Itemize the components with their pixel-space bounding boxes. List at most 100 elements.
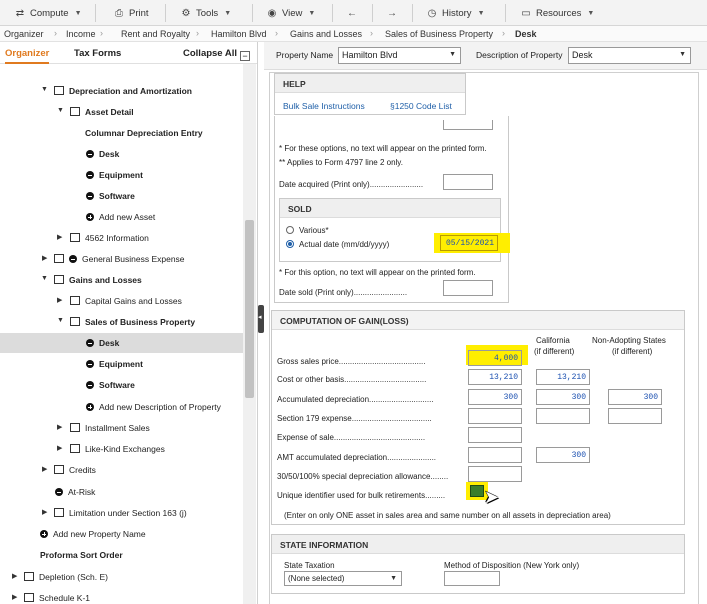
state-taxation-select[interactable]: (None selected) ▼ [284, 571, 402, 586]
tree-item-software-2[interactable]: Software [0, 375, 243, 395]
view-menu[interactable]: ◉ View ▼ [266, 6, 316, 20]
cost-basis-california[interactable]: 13,210 [536, 369, 590, 385]
description-select[interactable]: Desk ▼ [568, 47, 691, 64]
breadcrumb-item[interactable]: Organizer [4, 29, 44, 39]
expense-of-sale-federal[interactable] [468, 427, 522, 443]
tree-item-add-property[interactable]: Add new Property Name [0, 524, 243, 544]
section-179-label: Section 179 expense.....................… [277, 414, 432, 423]
breadcrumb-item[interactable]: Income [66, 29, 96, 39]
chevron-right-icon: › [502, 28, 505, 38]
sold-section: SOLD Various* Actual date (mm/dd/yyyy) 0… [279, 198, 510, 262]
property-name-select[interactable]: Hamilton Blvd ▼ [338, 47, 461, 64]
compute-menu[interactable]: ⇄ Compute ▼ [14, 6, 82, 20]
date-acquired-input[interactable] [443, 174, 493, 190]
method-disposition-input[interactable] [444, 571, 500, 586]
tools-label: Tools [196, 7, 219, 19]
tree-item-credits[interactable]: ▶ Credits [0, 460, 243, 480]
code-list-link[interactable]: §1250 Code List [390, 101, 452, 111]
tree-item-gains-losses[interactable]: ▼ Gains and Losses [0, 270, 243, 290]
unique-identifier-field[interactable] [470, 485, 484, 497]
amt-depreciation-federal[interactable] [468, 447, 522, 463]
folder-icon [54, 254, 64, 263]
resources-menu[interactable]: ▭ Resources ▼ [520, 6, 594, 20]
date-sold-input[interactable]: 05/15/2021 [440, 235, 498, 251]
cost-basis-federal[interactable]: 13,210 [468, 369, 522, 385]
sold-title: SOLD [280, 199, 500, 218]
mouse-cursor-icon: ➤ [484, 487, 500, 507]
property-bar: Property Name Hamilton Blvd ▼ Descriptio… [264, 42, 707, 70]
tree-item-depreciation[interactable]: ▼ Depreciation and Amortization [0, 81, 243, 101]
tools-menu[interactable]: ⚙ Tools ▼ [180, 6, 232, 20]
print-button[interactable]: ⎙ Print [113, 6, 149, 20]
chevron-right-icon: › [100, 28, 103, 38]
tree-item-4562[interactable]: ▶ 4562 Information [0, 228, 243, 248]
chevron-down-icon: ▼ [587, 9, 595, 17]
acquired-option-field[interactable] [443, 120, 493, 130]
date-sold-print-input[interactable] [443, 280, 493, 296]
chevron-right-icon: › [370, 28, 373, 38]
chevron-right-icon: ▶ [57, 297, 63, 304]
history-menu[interactable]: ◷ History ▼ [426, 6, 485, 20]
various-label: Various* [299, 226, 329, 235]
collapse-icon[interactable]: − [240, 51, 250, 61]
collapse-all-button[interactable]: Collapse All [183, 48, 237, 59]
various-radio[interactable] [286, 226, 294, 234]
tree-item-software[interactable]: Software [0, 186, 243, 206]
tree-item-like-kind[interactable]: ▶ Like-Kind Exchanges [0, 439, 243, 459]
tree-item-limitation[interactable]: ▶ Limitation under Section 163 (j) [0, 503, 243, 523]
expense-of-sale-label: Expense of sale.........................… [277, 433, 426, 442]
breadcrumb-item[interactable]: Gains and Losses [290, 29, 362, 39]
folder-icon [54, 86, 64, 95]
tree-item-add-description[interactable]: Add new Description of Property [0, 397, 243, 417]
unique-identifier-label: Unique identifier used for bulk retireme… [277, 491, 446, 500]
folder-icon [70, 444, 80, 453]
tree-item-add-asset[interactable]: Add new Asset [0, 207, 243, 227]
description-label: Description of Property [476, 50, 563, 60]
actual-date-label: Actual date (mm/dd/yyyy) [299, 240, 390, 249]
tree-item-equipment-2[interactable]: Equipment [0, 354, 243, 374]
breadcrumb-item[interactable]: Sales of Business Property [385, 29, 493, 39]
amt-depreciation-california[interactable]: 300 [536, 447, 590, 463]
view-label: View [282, 7, 303, 19]
tree-item-general-business[interactable]: ▶ General Business Expense [0, 249, 243, 269]
folder-icon [54, 465, 64, 474]
breadcrumb-item[interactable]: Hamilton Blvd [211, 29, 267, 39]
tree-item-capital-gains[interactable]: ▶ Capital Gains and Losses [0, 291, 243, 311]
actual-date-radio[interactable] [286, 240, 294, 248]
tree-item-installment[interactable]: ▶ Installment Sales [0, 418, 243, 438]
tree-item-depletion[interactable]: ▶ Depletion (Sch. E) [0, 567, 243, 587]
california-column-header: California [536, 336, 570, 345]
section-179-non-adopting[interactable] [608, 408, 662, 424]
tree-item-equipment[interactable]: Equipment [0, 165, 243, 185]
tab-organizer[interactable]: Organizer [5, 48, 50, 64]
chevron-right-icon: ▶ [57, 445, 63, 452]
tree-item-asset-detail[interactable]: ▼ Asset Detail [0, 102, 243, 122]
organizer-panel: Organizer Tax Forms Collapse All − ▼ Dep… [0, 42, 258, 604]
bulk-sale-instructions-link[interactable]: Bulk Sale Instructions [283, 101, 365, 111]
tab-tax-forms[interactable]: Tax Forms [74, 48, 121, 59]
tree-item-schedule-k1[interactable]: ▶ Schedule K-1 [0, 588, 243, 604]
section-179-federal[interactable] [468, 408, 522, 424]
tree-item-columnar[interactable]: Columnar Depreciation Entry [0, 123, 243, 143]
section-179-california[interactable] [536, 408, 590, 424]
breadcrumb-item[interactable]: Rent and Royalty [121, 29, 190, 39]
form-panel: Property Name Hamilton Blvd ▼ Descriptio… [264, 42, 707, 604]
minus-circle-icon [86, 381, 94, 389]
minus-circle-icon [69, 255, 77, 263]
tree-item-desk[interactable]: Desk [0, 144, 243, 164]
special-depreciation-federal[interactable] [468, 466, 522, 482]
chevron-right-icon: ▶ [57, 234, 63, 241]
tree-item-desk-selected[interactable]: Desk [0, 333, 243, 353]
back-button[interactable]: ← [346, 6, 362, 20]
tree-scrollbar-thumb[interactable] [245, 220, 254, 398]
tree-item-proforma[interactable]: Proforma Sort Order [0, 545, 243, 565]
arrow-right-icon: → [387, 7, 397, 19]
forward-button[interactable]: → [386, 6, 402, 20]
accumulated-depreciation-federal[interactable]: 300 [468, 389, 522, 405]
tree-item-sales-business[interactable]: ▼ Sales of Business Property [0, 312, 243, 332]
acquired-section: * For these options, no text will appear… [274, 116, 510, 303]
accumulated-depreciation-california[interactable]: 300 [536, 389, 590, 405]
tree-item-at-risk[interactable]: At-Risk [0, 482, 243, 502]
gross-sales-price-federal[interactable]: 4,000 [468, 350, 522, 366]
accumulated-depreciation-non-adopting[interactable]: 300 [608, 389, 662, 405]
